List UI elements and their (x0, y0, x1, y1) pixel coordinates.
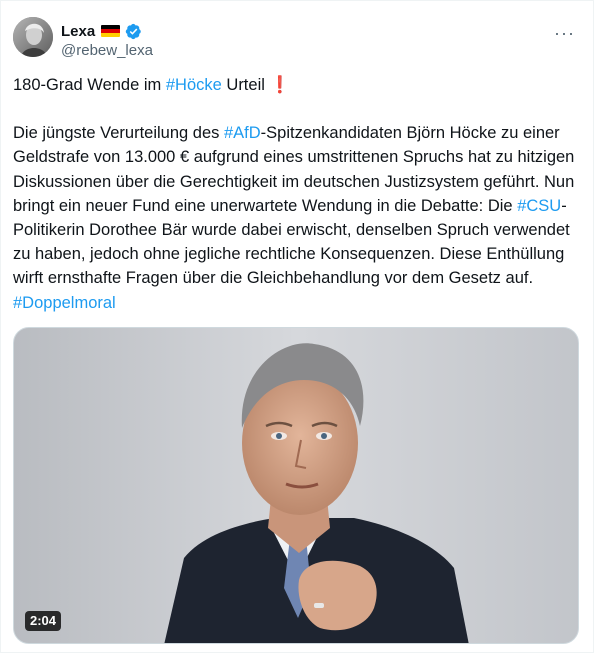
user-handle[interactable]: @rebew_lexa (61, 42, 153, 59)
tweet-paragraph: Die jüngste Verurteilung des #AfD-Spitze… (13, 121, 578, 315)
exclamation-emoji-icon: ❗ (269, 76, 291, 94)
text-segment: 180-Grad Wende im (13, 76, 166, 94)
video-player[interactable] (13, 327, 579, 644)
hashtag-afd[interactable]: #AfD (224, 124, 261, 142)
hashtag-hoecke[interactable]: #Höcke (166, 76, 222, 94)
video-thumbnail (14, 328, 578, 643)
tweet-headline: 180-Grad Wende im #Höcke Urteil ❗ (13, 73, 578, 97)
tweet-text: 180-Grad Wende im #Höcke Urteil ❗ Die jü… (13, 73, 578, 315)
video-duration-badge: 2:04 (25, 611, 62, 631)
hashtag-csu[interactable]: #CSU (517, 197, 561, 215)
avatar-photo (13, 17, 53, 57)
avatar[interactable] (13, 17, 53, 57)
verified-badge-icon (125, 23, 141, 39)
text-segment: Urteil (221, 76, 270, 94)
more-options-icon[interactable]: ··· (554, 23, 575, 44)
user-info: Lexa @rebew_lexa (61, 21, 153, 60)
germany-flag-icon (101, 25, 121, 37)
tweet-card: Lexa @rebew_lexa ··· 180-Grad Wende im #… (0, 0, 594, 653)
hashtag-doppelmoral[interactable]: #Doppelmoral (13, 294, 116, 312)
display-name[interactable]: Lexa (61, 23, 95, 40)
tweet-header: Lexa @rebew_lexa ··· (13, 17, 581, 61)
text-segment: Die jüngste Verurteilung des (13, 124, 224, 143)
